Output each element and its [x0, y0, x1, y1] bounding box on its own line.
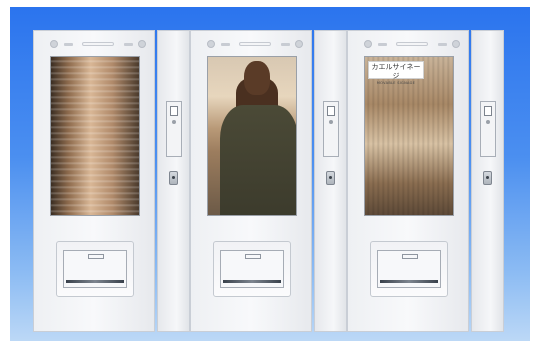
- product-photo-scene: カエルサイネージ MOVABLE SIGNAGE: [10, 7, 530, 341]
- main-panel: [190, 30, 312, 332]
- card-reader-icon: [480, 101, 496, 157]
- dispense-tray-icon: [370, 241, 448, 297]
- card-reader-icon: [323, 101, 339, 157]
- tray-flap: [377, 250, 441, 288]
- indicator-dots-icon: [358, 39, 460, 49]
- logo-main-text: カエルサイネージ: [371, 63, 421, 80]
- indicator-dots-icon: [201, 39, 303, 49]
- tray-base: [223, 280, 281, 283]
- tray-flap: [63, 250, 127, 288]
- display-screen: [207, 56, 297, 216]
- main-panel: カエルサイネージ MOVABLE SIGNAGE: [347, 30, 469, 332]
- scanner-window: [170, 106, 178, 116]
- scanner-led: [329, 120, 333, 124]
- tray-base: [380, 280, 438, 283]
- person-body: [220, 105, 296, 215]
- card-reader-icon: [166, 101, 182, 157]
- display-screen: [50, 56, 140, 216]
- scanner-led: [172, 120, 176, 124]
- person-head: [244, 61, 270, 95]
- display-screen: カエルサイネージ MOVABLE SIGNAGE: [364, 56, 454, 216]
- brand-logo: カエルサイネージ MOVABLE SIGNAGE: [368, 61, 424, 85]
- dispense-tray-icon: [56, 241, 134, 297]
- tray-handle: [88, 254, 104, 259]
- logo-sub-text: MOVABLE SIGNAGE: [376, 81, 416, 85]
- side-panel: [471, 30, 504, 332]
- side-panel: [157, 30, 190, 332]
- key-lock-icon: [483, 171, 492, 185]
- scanner-led: [486, 120, 490, 124]
- scanner-window: [484, 106, 492, 116]
- indicator-dots-icon: [44, 39, 146, 49]
- tray-flap: [220, 250, 284, 288]
- dispense-tray-icon: [213, 241, 291, 297]
- scanner-window: [327, 106, 335, 116]
- tray-handle: [402, 254, 418, 259]
- main-panel: [33, 30, 155, 332]
- key-lock-icon: [326, 171, 335, 185]
- tray-base: [66, 280, 124, 283]
- tray-handle: [245, 254, 261, 259]
- key-lock-icon: [169, 171, 178, 185]
- side-panel: [314, 30, 347, 332]
